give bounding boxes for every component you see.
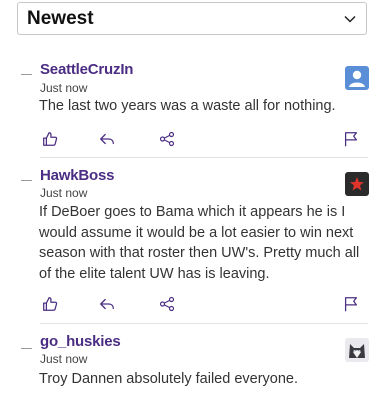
comment-author[interactable]: SeattleCruzIn (40, 61, 133, 78)
report-flag-icon[interactable] (341, 294, 361, 314)
comment-author[interactable]: go_huskies (40, 333, 121, 350)
comment-timestamp: Just now (40, 352, 88, 366)
comment-text: If DeBoer goes to Bama which it appears … (39, 204, 360, 282)
person-avatar-icon[interactable] (345, 66, 369, 90)
like-icon[interactable] (40, 294, 60, 314)
comment-timestamp: Just now (40, 186, 88, 200)
reply-icon[interactable] (97, 129, 117, 149)
reply-icon[interactable] (97, 294, 117, 314)
report-flag-icon[interactable] (341, 129, 361, 149)
sort-dropdown[interactable]: Newest (17, 2, 367, 35)
comment-actions (0, 294, 384, 318)
like-icon[interactable] (40, 129, 60, 149)
collapse-toggle[interactable] (21, 348, 32, 349)
comment-timestamp: Just now (40, 81, 88, 95)
comment-text: Troy Dannen absolutely failed everyone. (39, 371, 299, 387)
sort-selected-value: Newest (27, 7, 94, 29)
collapse-toggle[interactable] (21, 180, 32, 181)
comment-author[interactable]: HawkBoss (40, 167, 114, 184)
comment-text: The last two years was a waste all for n… (39, 98, 336, 114)
share-icon[interactable] (157, 294, 177, 314)
collapse-toggle[interactable] (21, 74, 32, 75)
chevron-down-icon (344, 15, 356, 23)
comment-actions (0, 129, 384, 153)
star-avatar-icon[interactable] (345, 172, 369, 196)
husky-avatar-icon[interactable] (345, 338, 369, 362)
divider (40, 157, 368, 158)
share-icon[interactable] (157, 129, 177, 149)
divider (40, 323, 368, 324)
